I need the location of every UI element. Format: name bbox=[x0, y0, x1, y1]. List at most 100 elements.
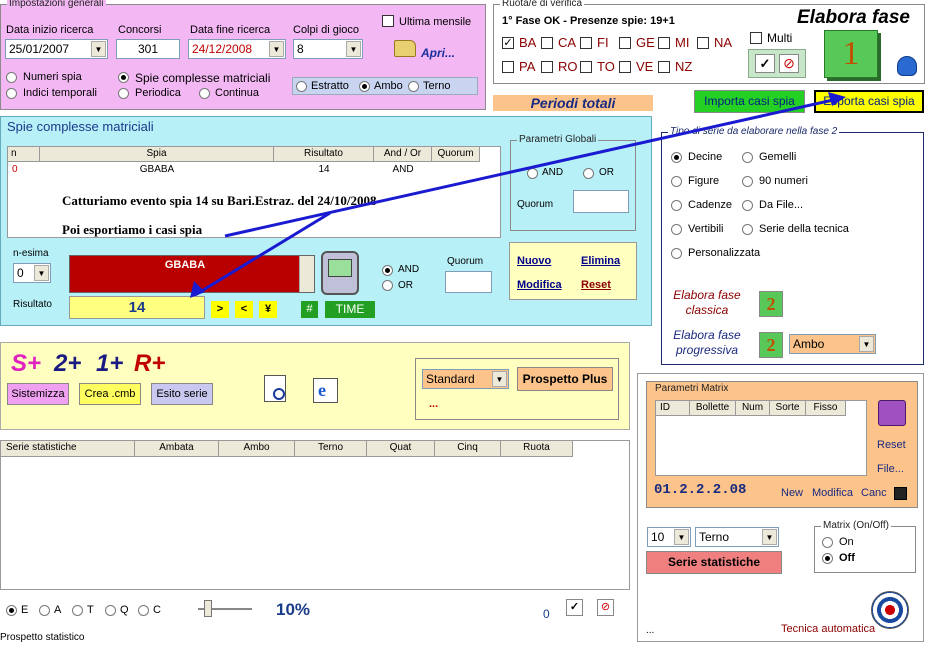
series-option-radio[interactable] bbox=[671, 224, 682, 235]
progressive-select[interactable]: Ambo ▼ bbox=[789, 334, 876, 354]
auto-technique-link[interactable]: Tecnica automatica bbox=[781, 623, 875, 635]
terno-radio[interactable] bbox=[408, 81, 419, 92]
user-icon[interactable] bbox=[897, 56, 917, 76]
series-option-radio[interactable] bbox=[671, 176, 682, 187]
import-spy-button[interactable]: Importa casi spia bbox=[694, 90, 805, 113]
spy-numbers-radio[interactable] bbox=[6, 72, 17, 83]
matrix-file-link[interactable]: File... bbox=[877, 463, 904, 475]
document-search-icon[interactable] bbox=[264, 375, 286, 402]
start-date-select[interactable]: 25/01/2007 ▼ bbox=[5, 39, 108, 59]
export-spy-button[interactable]: Esporta casi spia bbox=[814, 90, 924, 113]
bottom-cancel-button[interactable]: ⊘ bbox=[597, 599, 614, 616]
wheel-to-checkbox[interactable] bbox=[580, 61, 592, 73]
folder-open-icon[interactable] bbox=[394, 40, 416, 57]
confirm-wheels-button[interactable]: ✓ bbox=[755, 54, 775, 73]
op-less-button[interactable]: < bbox=[235, 301, 253, 318]
matrix-count-select[interactable]: 10 ▼ bbox=[647, 527, 691, 547]
wheel-nz-checkbox[interactable] bbox=[658, 61, 670, 73]
wheel-fi-checkbox[interactable] bbox=[580, 37, 592, 49]
delete-link[interactable]: Elimina bbox=[581, 255, 620, 267]
progressive-phase-button[interactable]: 2 bbox=[759, 332, 783, 358]
or-radio[interactable] bbox=[382, 280, 393, 291]
browser-icon[interactable]: e bbox=[313, 378, 338, 403]
percent-slider-thumb[interactable] bbox=[204, 600, 212, 617]
bottom-check-button[interactable]: ✓ bbox=[566, 599, 583, 616]
wheel-ca-checkbox[interactable] bbox=[541, 37, 553, 49]
chevron-down-icon[interactable]: ▼ bbox=[91, 41, 106, 57]
classic-phase-button[interactable]: 2 bbox=[759, 291, 783, 317]
global-or-radio[interactable] bbox=[583, 168, 594, 179]
sorte-filter-radio[interactable] bbox=[105, 605, 116, 616]
result-field[interactable]: 14 bbox=[69, 296, 205, 319]
phone-icon[interactable] bbox=[321, 251, 359, 295]
spy-display[interactable]: GBABA bbox=[69, 255, 315, 293]
monthly-checkbox[interactable] bbox=[382, 15, 394, 27]
chevron-down-icon[interactable]: ▼ bbox=[762, 529, 777, 545]
table-row[interactable]: 0 GBABA 14 AND bbox=[8, 163, 480, 177]
wheel-na-checkbox[interactable] bbox=[697, 37, 709, 49]
global-and-radio[interactable] bbox=[527, 168, 538, 179]
sorte-filter-radio[interactable] bbox=[6, 605, 17, 616]
sorte-filter-radio[interactable] bbox=[72, 605, 83, 616]
series-option-radio[interactable] bbox=[671, 248, 682, 259]
open-link[interactable]: Apri... bbox=[421, 46, 455, 60]
matrix-on-radio[interactable] bbox=[822, 537, 833, 548]
series-option-radio[interactable] bbox=[742, 200, 753, 211]
reset-link[interactable]: Reset bbox=[581, 279, 611, 291]
chevron-down-icon[interactable]: ▼ bbox=[269, 41, 284, 57]
crea-cmb-button[interactable]: Crea .cmb bbox=[79, 383, 141, 405]
series-option-radio[interactable] bbox=[742, 176, 753, 187]
hash-button[interactable]: # bbox=[301, 301, 318, 318]
series-option-radio[interactable] bbox=[742, 152, 753, 163]
complex-spy-radio[interactable] bbox=[118, 72, 129, 83]
wheel-mi-checkbox[interactable] bbox=[658, 37, 670, 49]
wheel-ro-checkbox[interactable] bbox=[541, 61, 553, 73]
matrix-canc-link[interactable]: Canc bbox=[861, 487, 887, 499]
quorum-input[interactable] bbox=[445, 271, 492, 293]
sorte-filter-radio[interactable] bbox=[138, 605, 149, 616]
periodic-radio[interactable] bbox=[118, 88, 129, 99]
edit-link[interactable]: Modifica bbox=[517, 279, 562, 291]
estratto-radio[interactable] bbox=[296, 81, 307, 92]
esito-serie-button[interactable]: Esito serie bbox=[151, 383, 213, 405]
save-icon[interactable] bbox=[894, 487, 907, 500]
matrix-sorte-select[interactable]: Terno ▼ bbox=[695, 527, 779, 547]
series-option-radio[interactable] bbox=[742, 224, 753, 235]
global-quorum-input[interactable] bbox=[573, 190, 629, 213]
matrix-edit-link[interactable]: Modifica bbox=[812, 487, 853, 499]
shots-select[interactable]: 8 ▼ bbox=[293, 39, 363, 59]
cancel-wheels-button[interactable]: ⊘ bbox=[779, 54, 799, 73]
matrix-reset-link[interactable]: Reset bbox=[877, 439, 906, 451]
time-button[interactable]: TIME bbox=[325, 301, 375, 318]
matrix-new-link[interactable]: New bbox=[781, 487, 803, 499]
chevron-down-icon[interactable]: ▼ bbox=[34, 265, 49, 281]
wheel-ba-checkbox[interactable]: ✓ bbox=[502, 37, 514, 49]
temporal-radio[interactable] bbox=[6, 88, 17, 99]
chevron-down-icon[interactable]: ▼ bbox=[859, 336, 874, 352]
sistemizza-button[interactable]: Sistemizza bbox=[7, 383, 69, 405]
matrix-off-radio[interactable] bbox=[822, 553, 833, 564]
contests-input[interactable]: 301 bbox=[116, 39, 180, 59]
wheel-pa-checkbox[interactable] bbox=[502, 61, 514, 73]
and-radio[interactable] bbox=[382, 265, 393, 276]
book-icon[interactable] bbox=[878, 400, 906, 426]
chevron-down-icon[interactable]: ▼ bbox=[346, 41, 361, 57]
chevron-down-icon[interactable]: ▼ bbox=[492, 371, 507, 387]
series-option-radio[interactable] bbox=[671, 200, 682, 211]
target-icon[interactable] bbox=[871, 591, 909, 629]
sorte-filter-radio[interactable] bbox=[39, 605, 50, 616]
op-greater-button[interactable]: > bbox=[211, 301, 229, 318]
multi-checkbox[interactable] bbox=[750, 32, 762, 44]
continuous-radio[interactable] bbox=[199, 88, 210, 99]
spy-display-scrollbar[interactable] bbox=[299, 256, 314, 292]
wheel-ve-checkbox[interactable] bbox=[619, 61, 631, 73]
stat-series-button[interactable]: Serie statistiche bbox=[646, 551, 782, 574]
chevron-down-icon[interactable]: ▼ bbox=[674, 529, 689, 545]
ambo-radio[interactable] bbox=[359, 81, 370, 92]
standard-select[interactable]: Standard ▼ bbox=[422, 369, 509, 389]
op-yen-button[interactable]: ¥ bbox=[259, 301, 277, 318]
wheel-ge-checkbox[interactable] bbox=[619, 37, 631, 49]
prospetto-plus-button[interactable]: Prospetto Plus bbox=[517, 367, 613, 391]
nesima-select[interactable]: 0 ▼ bbox=[13, 263, 51, 283]
new-link[interactable]: Nuovo bbox=[517, 255, 551, 267]
